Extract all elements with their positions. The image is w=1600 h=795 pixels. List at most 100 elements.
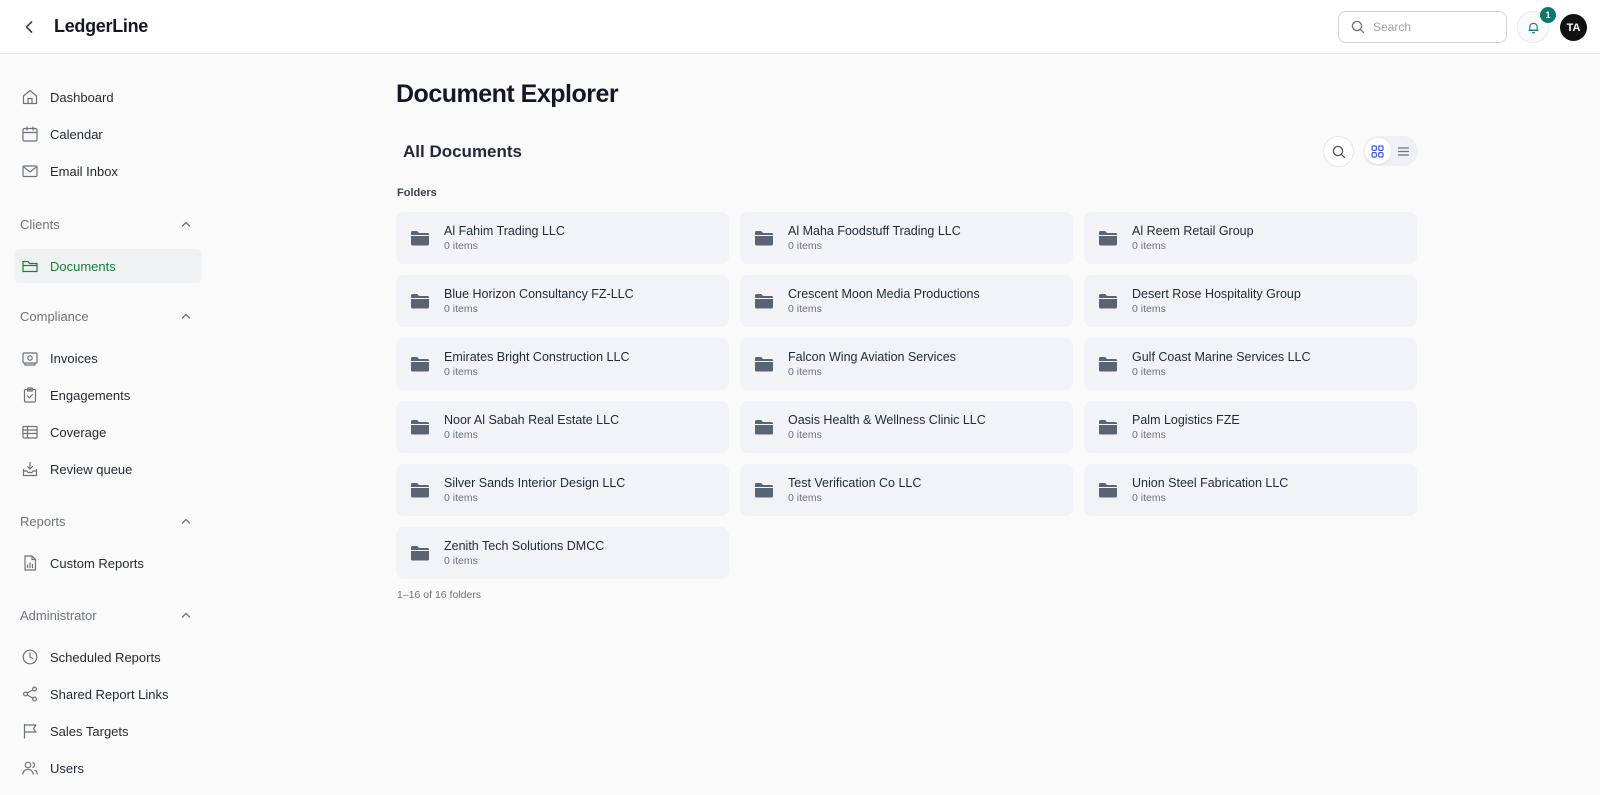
folder-icon xyxy=(410,418,430,436)
folder-text: Al Maha Foodstuff Trading LLC 0 items xyxy=(788,223,961,253)
folder-card[interactable]: Union Steel Fabrication LLC 0 items xyxy=(1084,464,1417,516)
section-toggle-clients[interactable]: Clients xyxy=(20,214,192,234)
folder-item-count: 0 items xyxy=(1132,240,1166,252)
folder-icon xyxy=(754,481,774,499)
folder-name: Oasis Health & Wellness Clinic LLC xyxy=(788,413,986,427)
sidebar-item-calendar[interactable]: Calendar xyxy=(14,117,202,151)
section-title: Administrator xyxy=(20,607,97,623)
global-search[interactable] xyxy=(1338,11,1507,43)
folder-text: Test Verification Co LLC 0 items xyxy=(788,475,921,505)
section-toggle-administrator[interactable]: Administrator xyxy=(20,605,192,625)
folder-card[interactable]: Falcon Wing Aviation Services 0 items xyxy=(740,338,1073,390)
folder-name: Al Reem Retail Group xyxy=(1132,224,1254,238)
folder-text: Palm Logistics FZE 0 items xyxy=(1132,412,1240,442)
grid-icon xyxy=(1371,144,1384,158)
inbox-download-icon xyxy=(20,459,40,479)
folder-icon xyxy=(1098,229,1118,247)
sidebar-item-label: Custom Reports xyxy=(50,555,144,571)
home-icon xyxy=(20,87,40,107)
folder-card[interactable]: Silver Sands Interior Design LLC 0 items xyxy=(396,464,729,516)
folder-card[interactable]: Al Reem Retail Group 0 items xyxy=(1084,212,1417,264)
sidebar-item-label: Calendar xyxy=(50,126,103,142)
folder-name: Union Steel Fabrication LLC xyxy=(1132,476,1289,490)
search-documents-button[interactable] xyxy=(1323,136,1354,167)
folder-item-count: 0 items xyxy=(444,240,478,252)
sidebar-item-label: Email Inbox xyxy=(50,163,118,179)
sidebar-item-label: Review queue xyxy=(50,461,133,477)
folder-item-count: 0 items xyxy=(788,492,822,504)
folder-text: Al Fahim Trading LLC 0 items xyxy=(444,223,565,253)
table-icon xyxy=(20,422,40,442)
section-toggle-reports[interactable]: Reports xyxy=(20,511,192,531)
folder-card[interactable]: Noor Al Sabah Real Estate LLC 0 items xyxy=(396,401,729,453)
chevron-up-icon xyxy=(181,612,191,618)
folder-name: Blue Horizon Consultancy FZ-LLC xyxy=(444,287,634,301)
folder-card[interactable]: Zenith Tech Solutions DMCC 0 items xyxy=(396,527,729,579)
chevron-up-icon xyxy=(181,221,191,227)
folder-name: Crescent Moon Media Productions xyxy=(788,287,980,301)
sidebar-item-coverage[interactable]: Coverage xyxy=(14,415,202,449)
sidebar-item-review-queue[interactable]: Review queue xyxy=(14,452,202,486)
sidebar-item-shared-report-links[interactable]: Shared Report Links xyxy=(14,677,202,711)
folder-icon xyxy=(410,229,430,247)
notification-badge: 1 xyxy=(1540,7,1556,23)
folder-card[interactable]: Blue Horizon Consultancy FZ-LLC 0 items xyxy=(396,275,729,327)
chevron-up-icon xyxy=(181,313,191,319)
folder-text: Al Reem Retail Group 0 items xyxy=(1132,223,1254,253)
sidebar: Dashboard Calendar Email Inbox Clients D… xyxy=(0,54,212,795)
back-button[interactable] xyxy=(18,16,40,38)
bell-icon xyxy=(1527,22,1539,33)
sidebar-item-dashboard[interactable]: Dashboard xyxy=(14,80,202,114)
folder-name: Silver Sands Interior Design LLC xyxy=(444,476,626,490)
app-logo: LedgerLine xyxy=(54,16,149,36)
sidebar-item-invoices[interactable]: Invoices xyxy=(14,341,202,375)
sidebar-item-custom-reports[interactable]: Custom Reports xyxy=(14,546,202,580)
folder-card[interactable]: Gulf Coast Marine Services LLC 0 items xyxy=(1084,338,1417,390)
sidebar-item-scheduled-reports[interactable]: Scheduled Reports xyxy=(14,640,202,674)
folder-item-count: 0 items xyxy=(1132,429,1166,441)
main-content: Document Explorer All Documents Folders … xyxy=(396,54,1420,795)
sidebar-item-sales-targets[interactable]: Sales Targets xyxy=(14,714,202,748)
folder-card[interactable]: Oasis Health & Wellness Clinic LLC 0 item… xyxy=(740,401,1073,453)
search-icon xyxy=(1351,20,1365,34)
folder-icon xyxy=(410,355,430,373)
folder-name: Palm Logistics FZE xyxy=(1132,413,1240,427)
folder-card[interactable]: Test Verification Co LLC 0 items xyxy=(740,464,1073,516)
clipboard-icon xyxy=(20,385,40,405)
folder-icon xyxy=(1098,481,1118,499)
pagination-summary: 1–16 of 16 folders xyxy=(397,589,482,601)
sidebar-item-label: Sales Targets xyxy=(50,723,129,739)
invoice-icon xyxy=(20,348,40,368)
search-input[interactable] xyxy=(1373,20,1493,34)
folder-icon xyxy=(1098,355,1118,373)
sidebar-item-users[interactable]: Users xyxy=(14,751,202,785)
sidebar-item-documents[interactable]: Documents xyxy=(14,249,202,283)
sidebar-item-engagements[interactable]: Engagements xyxy=(14,378,202,412)
folder-card[interactable]: Al Maha Foodstuff Trading LLC 0 items xyxy=(740,212,1073,264)
folder-name: Gulf Coast Marine Services LLC xyxy=(1132,350,1311,364)
folder-grid: Al Fahim Trading LLC 0 items Al Maha Foods… xyxy=(396,212,1419,579)
folder-card[interactable]: Crescent Moon Media Productions 0 items xyxy=(740,275,1073,327)
folder-card[interactable]: Desert Rose Hospitality Group 0 items xyxy=(1084,275,1417,327)
sidebar-item-email-inbox[interactable]: Email Inbox xyxy=(14,154,202,188)
section-toggle-compliance[interactable]: Compliance xyxy=(20,306,192,326)
grid-view-button[interactable] xyxy=(1365,138,1391,164)
chevron-left-icon xyxy=(25,21,33,33)
folder-item-count: 0 items xyxy=(1132,492,1166,504)
view-toggle xyxy=(1363,136,1418,166)
sidebar-item-label: Invoices xyxy=(50,350,98,366)
folder-icon xyxy=(410,544,430,562)
folder-card[interactable]: Palm Logistics FZE 0 items xyxy=(1084,401,1417,453)
folder-card[interactable]: Al Fahim Trading LLC 0 items xyxy=(396,212,729,264)
sidebar-item-label: Documents xyxy=(50,258,116,274)
list-view-button[interactable] xyxy=(1391,138,1417,164)
folder-item-count: 0 items xyxy=(444,303,478,315)
folder-card[interactable]: Emirates Bright Construction LLC 0 items xyxy=(396,338,729,390)
sidebar-item-label: Scheduled Reports xyxy=(50,649,161,665)
avatar[interactable]: TA xyxy=(1560,14,1587,41)
folder-icon xyxy=(20,256,40,276)
sidebar-item-label: Users xyxy=(50,760,84,776)
folders-label: Folders xyxy=(397,187,437,199)
folder-text: Oasis Health & Wellness Clinic LLC 0 item… xyxy=(788,412,986,442)
folder-item-count: 0 items xyxy=(444,555,478,567)
